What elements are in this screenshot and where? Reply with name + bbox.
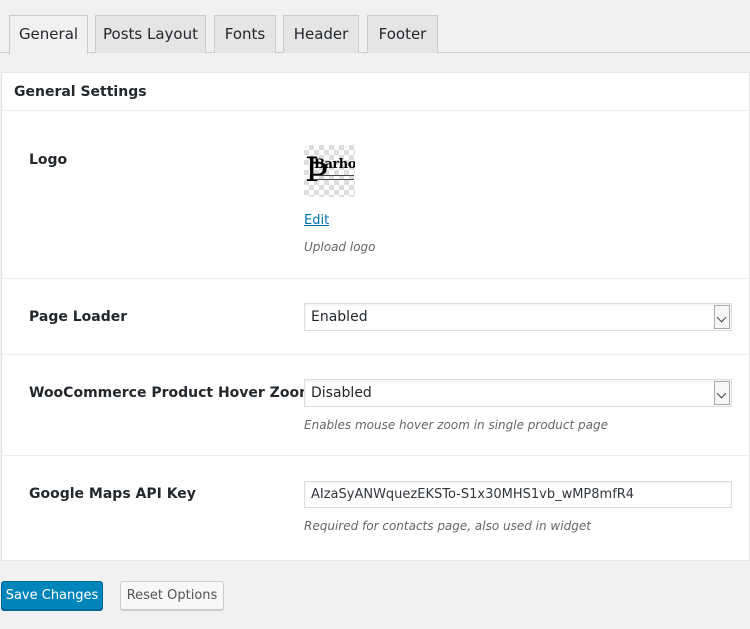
hover-zoom-select[interactable]: Disabled (304, 379, 732, 407)
hover-zoom-selected: Disabled (311, 385, 372, 401)
page-loader-label: Page Loader (29, 309, 128, 325)
hover-zoom-label: WooCommerce Product Hover Zoom (29, 385, 314, 401)
page-loader-selected: Enabled (311, 309, 368, 325)
tab-general[interactable]: General (9, 15, 88, 54)
logo-label: Logo (29, 152, 68, 168)
hover-zoom-description: Enables mouse hover zoom in single produ… (304, 418, 608, 432)
maps-key-description: Required for contacts page, also used in… (304, 519, 591, 533)
logo-description: Upload logo (304, 240, 376, 254)
general-settings-panel: General Settings Logo Þ Barhous Edit Upl… (1, 72, 750, 561)
maps-key-row: Google Maps API Key Required for contact… (2, 456, 749, 560)
tab-footer[interactable]: Footer (367, 15, 438, 53)
save-changes-button[interactable]: Save Changes (1, 581, 103, 610)
logo-edit-link[interactable]: Edit (304, 213, 329, 228)
hover-zoom-row: WooCommerce Product Hover Zoom Disabled … (2, 355, 749, 456)
page-loader-select[interactable]: Enabled (304, 303, 732, 331)
logo-row: Logo (2, 111, 749, 279)
logo-image: Þ Barhous (304, 145, 355, 197)
logo-image-text: Barhous (314, 157, 355, 172)
maps-key-input[interactable] (304, 481, 732, 508)
maps-key-label: Google Maps API Key (29, 486, 196, 502)
logo-tagline-lines (314, 175, 354, 180)
reset-options-button[interactable]: Reset Options (120, 581, 224, 610)
page-loader-row: Page Loader Enabled (2, 279, 749, 355)
tab-header[interactable]: Header (283, 15, 359, 53)
tab-posts-layout[interactable]: Posts Layout (95, 15, 206, 53)
chevron-down-icon[interactable] (714, 305, 730, 329)
settings-tabs: General Posts Layout Fonts Header Footer (0, 0, 750, 54)
chevron-down-icon[interactable] (714, 381, 730, 405)
tab-fonts[interactable]: Fonts (214, 15, 276, 53)
section-title: General Settings (2, 73, 749, 111)
